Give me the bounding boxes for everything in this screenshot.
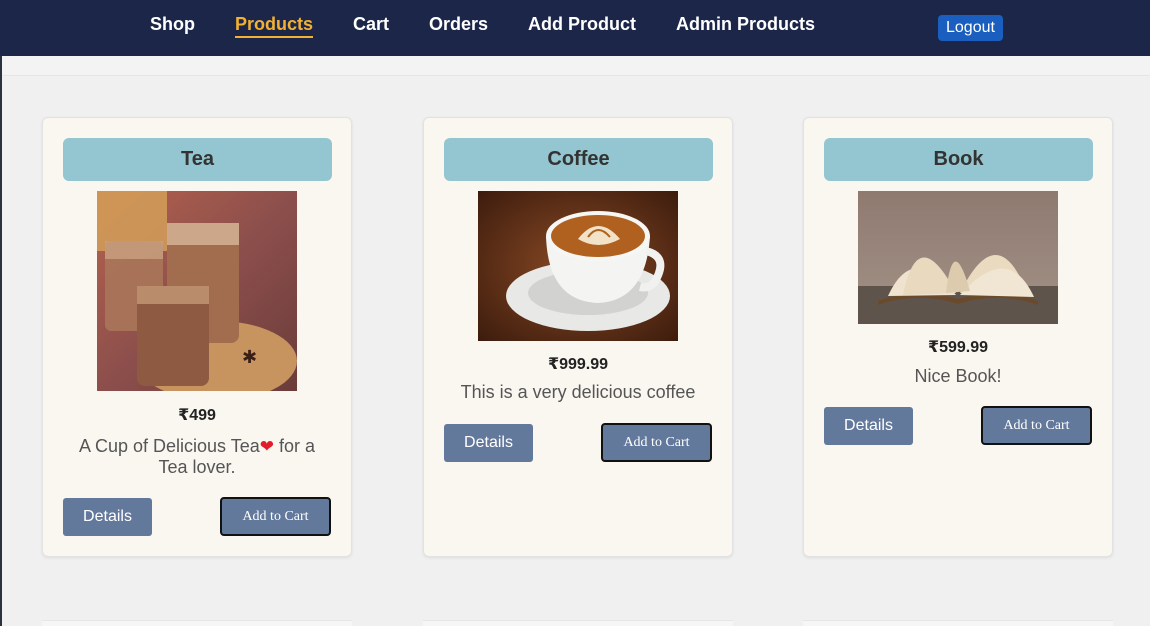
nav-products[interactable]: Products bbox=[235, 14, 314, 38]
header-band bbox=[2, 56, 1150, 76]
product-title: Tea bbox=[63, 138, 332, 181]
details-button[interactable]: Details bbox=[63, 498, 152, 536]
svg-text:✱: ✱ bbox=[242, 347, 257, 367]
window-edge bbox=[0, 0, 2, 626]
next-row-card-edge bbox=[42, 620, 352, 626]
details-button[interactable]: Details bbox=[444, 424, 533, 462]
nav-shop[interactable]: Shop bbox=[150, 14, 195, 35]
next-row-card-edge bbox=[423, 620, 733, 626]
product-card-book: Book ₹599.99 Nice Book! Details Add to C… bbox=[803, 117, 1113, 557]
details-button[interactable]: Details bbox=[824, 407, 913, 445]
product-image-coffee bbox=[478, 191, 678, 341]
product-price: ₹999.99 bbox=[547, 356, 609, 373]
product-description: Nice Book! bbox=[914, 366, 1002, 386]
product-description: A Cup of Delicious Tea❤ for a Tea lover. bbox=[67, 436, 327, 478]
add-to-cart-button[interactable]: Add to Cart bbox=[220, 497, 331, 536]
product-price: ₹599.99 bbox=[927, 339, 989, 356]
product-title: Book bbox=[824, 138, 1093, 181]
heart-emoji-icon: ❤ bbox=[259, 437, 274, 456]
nav-add-product[interactable]: Add Product bbox=[528, 14, 636, 35]
product-card-tea: Tea ✱ ₹499 A Cup of Delicious Tea❤ for a… bbox=[42, 117, 352, 557]
product-title: Coffee bbox=[444, 138, 713, 181]
top-navbar: Shop Products Cart Orders Add Product Ad… bbox=[0, 0, 1150, 56]
logout-button[interactable]: Logout bbox=[938, 15, 1003, 41]
nav-orders[interactable]: Orders bbox=[429, 14, 488, 35]
description-text: A Cup of Delicious Tea bbox=[78, 436, 260, 456]
product-image-book bbox=[858, 191, 1058, 324]
add-to-cart-button[interactable]: Add to Cart bbox=[981, 406, 1092, 445]
next-row-card-edge bbox=[803, 620, 1113, 626]
product-price: ₹499 bbox=[178, 407, 216, 424]
product-description: This is a very delicious coffee bbox=[460, 382, 696, 402]
nav-admin-products[interactable]: Admin Products bbox=[676, 14, 815, 35]
nav-cart[interactable]: Cart bbox=[353, 14, 389, 35]
add-to-cart-button[interactable]: Add to Cart bbox=[601, 423, 712, 462]
product-card-coffee: Coffee ₹999.99 This is a very delicious … bbox=[423, 117, 733, 557]
product-image-tea: ✱ bbox=[97, 191, 297, 391]
